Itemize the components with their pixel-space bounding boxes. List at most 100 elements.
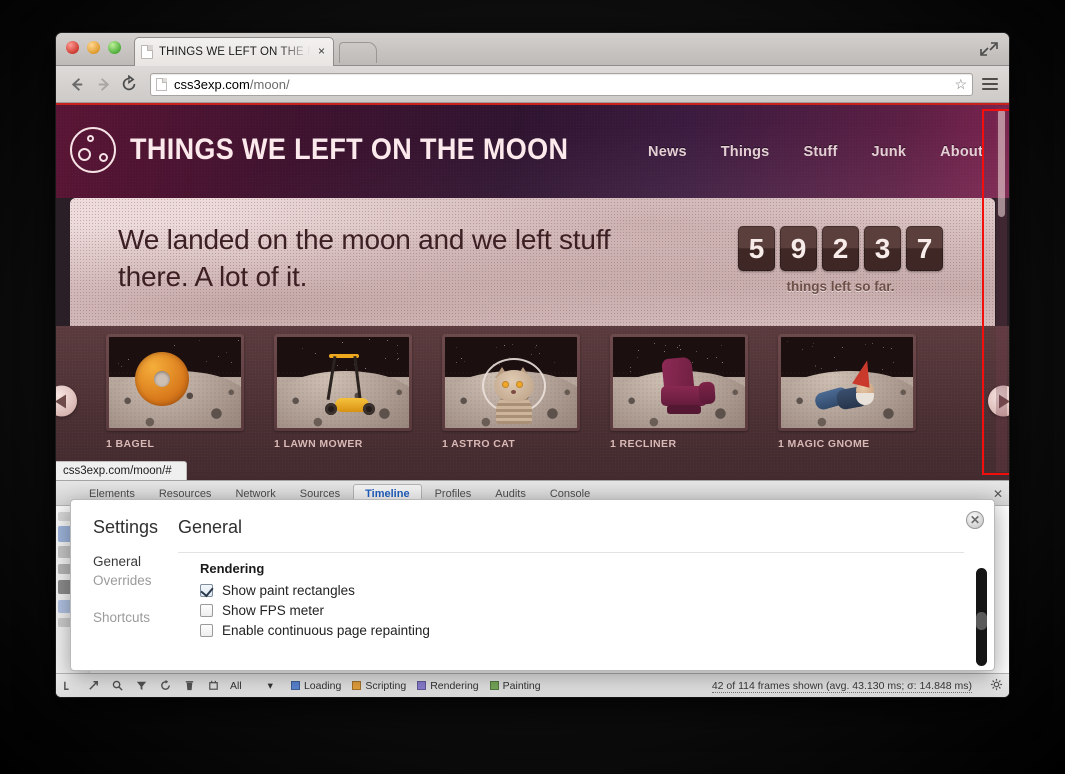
arrow-right-icon[interactable] xyxy=(90,71,116,97)
star-icon[interactable]: ☆ xyxy=(954,76,967,93)
arrow-left-circle-icon[interactable] xyxy=(56,386,77,417)
frames-status-value: 42 of 114 frames shown (avg. 43.130 ms; … xyxy=(712,680,972,693)
list-item-label: 1 ASTRO CAT xyxy=(442,438,580,450)
option-show-paint-rectangles[interactable]: Show paint rectangles xyxy=(200,583,964,598)
legend-label: Painting xyxy=(503,680,541,692)
sidebar-item-overrides[interactable]: Overrides xyxy=(93,571,178,590)
thumbnail-image xyxy=(277,337,409,428)
option-show-fps-meter[interactable]: Show FPS meter xyxy=(200,603,964,618)
list-item[interactable]: 1 MAGIC GNOME xyxy=(778,334,916,450)
window-controls xyxy=(66,41,121,54)
settings-header: Settings General xyxy=(71,500,994,538)
timeline-filter-value: All xyxy=(230,680,242,692)
option-label: Show paint rectangles xyxy=(222,583,355,598)
site-title: THINGS WE LEFT ON THE MOON xyxy=(130,133,568,167)
checkbox[interactable] xyxy=(200,604,213,617)
thumbnail-frame xyxy=(274,334,412,431)
minimize-window-button[interactable] xyxy=(87,41,100,54)
timeline-legend: Loading Scripting Rendering Painting xyxy=(291,680,541,692)
site-nav: News Things Stuff Junk About xyxy=(648,144,983,160)
settings-sidebar: General Overrides Shortcuts xyxy=(71,552,178,643)
trash-icon[interactable] xyxy=(182,679,196,693)
reload-icon[interactable] xyxy=(116,71,142,97)
zoom-window-button[interactable] xyxy=(108,41,121,54)
lawn-mower-art xyxy=(311,354,381,416)
settings-scrollbar[interactable] xyxy=(976,568,987,666)
thumbnail-frame xyxy=(778,334,916,431)
clear-icon[interactable] xyxy=(86,679,100,693)
legend-item-scripting: Scripting xyxy=(352,680,406,692)
list-item[interactable]: 1 LAWN MOWER xyxy=(274,334,412,450)
thumbnail-frame xyxy=(442,334,580,431)
page-scrollbar[interactable] xyxy=(996,107,1007,472)
settings-content: Rendering Show paint rectangles Show FPS… xyxy=(178,552,964,643)
settings-dialog: Settings General ✕ General Overrides Sho… xyxy=(70,499,995,671)
close-icon[interactable]: ✕ xyxy=(966,511,984,529)
counter-digit: 7 xyxy=(906,226,943,271)
site-brand[interactable]: THINGS WE LEFT ON THE MOON xyxy=(70,127,617,173)
hero-headline: We landed on the moon and we left stuff … xyxy=(118,222,638,296)
settings-pane-title: General xyxy=(178,517,242,538)
link-status-bubble: css3exp.com/moon/# xyxy=(56,461,187,480)
legend-item-loading: Loading xyxy=(291,680,341,692)
settings-title: Settings xyxy=(71,517,178,538)
sidebar-item-shortcuts[interactable]: Shortcuts xyxy=(93,608,178,627)
thumbnail-image xyxy=(109,337,241,428)
legend-swatch xyxy=(490,681,499,690)
magnifier-icon[interactable] xyxy=(110,679,124,693)
browser-window: THINGS WE LEFT ON THE M × css3exp.com/mo… xyxy=(56,33,1009,697)
list-item-label: 1 MAGIC GNOME xyxy=(778,438,916,450)
moon-icon xyxy=(70,127,116,173)
legend-swatch xyxy=(417,681,426,690)
close-window-button[interactable] xyxy=(66,41,79,54)
legend-label: Loading xyxy=(304,680,341,692)
legend-item-painting: Painting xyxy=(490,680,541,692)
thing-carousel: 1 BAGEL 1 LAWN MOWER 1 ASTRO CAT 1 RECLI… xyxy=(56,326,1009,476)
nav-item-news[interactable]: News xyxy=(648,144,687,160)
chevron-down-icon: ▾ xyxy=(268,680,273,692)
nav-item-things[interactable]: Things xyxy=(721,144,770,160)
astro-cat-art xyxy=(483,358,545,424)
nav-item-stuff[interactable]: Stuff xyxy=(803,144,837,160)
gear-icon[interactable] xyxy=(990,678,1003,694)
fullscreen-arrows-icon[interactable] xyxy=(978,39,1000,59)
address-bar[interactable]: css3exp.com/moon/ ☆ xyxy=(150,73,973,96)
option-enable-continuous-page-repainting[interactable]: Enable continuous page repainting xyxy=(200,623,964,638)
desktop-background: THINGS WE LEFT ON THE M × css3exp.com/mo… xyxy=(0,0,1065,774)
settings-body: General Overrides Shortcuts Rendering Sh… xyxy=(71,552,994,643)
recliner-art xyxy=(655,358,717,418)
counter-digit: 9 xyxy=(780,226,817,271)
hamburger-menu-icon[interactable] xyxy=(979,78,1001,90)
tab-title: THINGS WE LEFT ON THE M xyxy=(159,46,315,58)
list-item[interactable]: 1 BAGEL xyxy=(106,334,244,450)
page-icon xyxy=(156,78,167,91)
timeline-filter-select[interactable]: All ▾ xyxy=(230,680,273,692)
refresh-icon[interactable] xyxy=(158,679,172,693)
devtools-statusbar: All ▾ Loading Scripting Rendering Painti… xyxy=(56,673,1009,697)
browser-toolbar: css3exp.com/moon/ ☆ xyxy=(56,66,1009,103)
sidebar-item-general[interactable]: General xyxy=(93,552,178,571)
nav-item-junk[interactable]: Junk xyxy=(871,144,906,160)
legend-label: Scripting xyxy=(365,680,406,692)
memory-icon[interactable] xyxy=(206,679,220,693)
carousel-track: 1 BAGEL 1 LAWN MOWER 1 ASTRO CAT 1 RECLI… xyxy=(106,334,993,450)
list-item[interactable]: 1 ASTRO CAT xyxy=(442,334,580,450)
page-icon xyxy=(141,45,153,59)
list-item[interactable]: 1 RECLINER xyxy=(610,334,748,450)
magic-gnome-art xyxy=(811,360,889,418)
url-host: css3exp.com xyxy=(174,77,250,92)
checkbox[interactable] xyxy=(200,624,213,637)
new-tab-button[interactable] xyxy=(339,42,377,63)
thumbnail-frame xyxy=(610,334,748,431)
close-icon[interactable]: × xyxy=(315,45,327,59)
url-text: css3exp.com/moon/ xyxy=(174,77,290,92)
browser-tab[interactable]: THINGS WE LEFT ON THE M × xyxy=(134,37,334,66)
checkbox[interactable] xyxy=(200,584,213,597)
legend-item-rendering: Rendering xyxy=(417,680,478,692)
record-icon[interactable] xyxy=(62,679,76,693)
arrow-left-icon[interactable] xyxy=(64,71,90,97)
thumbnail-image xyxy=(781,337,913,428)
nav-item-about[interactable]: About xyxy=(940,144,983,160)
filter-icon[interactable] xyxy=(134,679,148,693)
list-item-label: 1 BAGEL xyxy=(106,438,244,450)
